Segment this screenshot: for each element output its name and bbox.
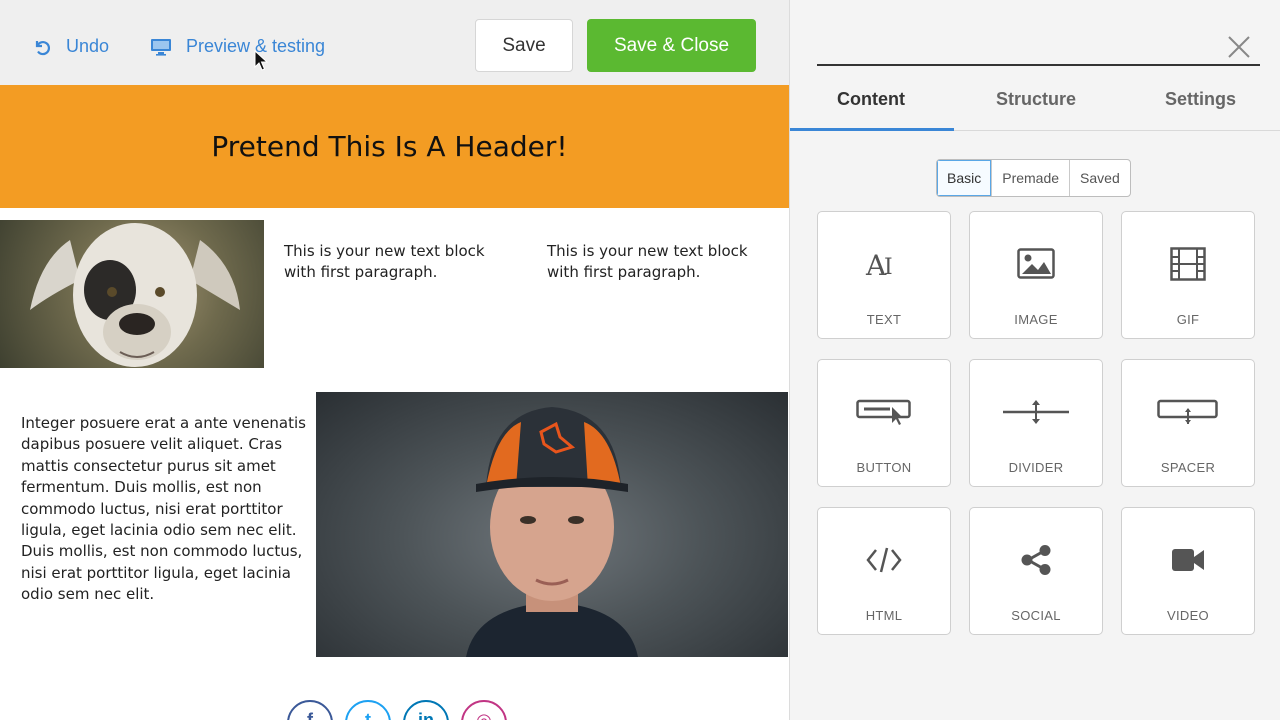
block-label-text: TEXT — [866, 312, 902, 327]
preview-testing-button[interactable]: Preview & testing — [150, 36, 325, 57]
mouse-cursor-icon — [254, 50, 268, 71]
block-label-html: HTML — [865, 608, 903, 623]
paragraph-text-block[interactable]: Integer posuere erat a ante venenatis da… — [21, 413, 311, 606]
block-label-social: SOCIAL — [1011, 608, 1061, 623]
block-tile-divider[interactable]: DIVIDER — [969, 359, 1103, 487]
save-close-button[interactable]: Save & Close — [587, 19, 756, 72]
block-tile-html[interactable]: HTML — [817, 507, 951, 635]
instagram-icon[interactable]: ◎ — [461, 700, 507, 720]
man-portrait-photo[interactable] — [316, 392, 788, 657]
panel-tabs: Content Structure Settings — [790, 85, 1280, 131]
block-tile-text[interactable]: A I TEXT — [817, 211, 951, 339]
text-block-1[interactable]: This is your new text block with first p… — [284, 241, 504, 283]
social-icons-row[interactable]: f t in ◎ — [287, 700, 507, 720]
block-tile-image[interactable]: IMAGE — [969, 211, 1103, 339]
dog-photo[interactable] — [0, 220, 264, 368]
dog-illustration — [30, 223, 240, 367]
block-label-gif: GIF — [1176, 312, 1200, 327]
tab-settings[interactable]: Settings — [1165, 89, 1236, 110]
block-tile-button[interactable]: BUTTON — [817, 359, 951, 487]
editor-toolbar: Undo Preview & testing Save Save & Close — [0, 0, 789, 85]
block-label-video: VIDEO — [1167, 608, 1209, 623]
block-label-image: IMAGE — [1014, 312, 1058, 327]
block-tile-video[interactable]: VIDEO — [1121, 507, 1255, 635]
panel-search-underline[interactable] — [817, 64, 1260, 66]
email-header-block[interactable]: Pretend This Is A Header! — [0, 85, 789, 208]
text-block-2[interactable]: This is your new text block with first p… — [547, 241, 767, 283]
email-canvas[interactable]: Pretend This Is A Header! This is your n… — [0, 85, 789, 720]
text-icon: A I — [865, 249, 893, 281]
block-label-spacer: SPACER — [1160, 460, 1216, 475]
monitor-icon — [151, 38, 171, 56]
email-editor: Undo Preview & testing Save Save & Close… — [0, 0, 1280, 720]
block-type-segmented-control: Basic Premade Saved — [936, 159, 1131, 197]
share-icon — [1021, 545, 1051, 575]
image-icon — [1017, 248, 1055, 279]
divider-icon — [1003, 400, 1069, 424]
segment-basic[interactable]: Basic — [937, 160, 992, 196]
facebook-icon[interactable]: f — [287, 700, 333, 720]
undo-label: Undo — [66, 36, 110, 56]
video-camera-icon — [1172, 549, 1204, 571]
undo-button[interactable]: Undo — [32, 36, 109, 57]
code-icon — [866, 547, 902, 573]
tab-structure[interactable]: Structure — [996, 89, 1076, 110]
linkedin-icon[interactable]: in — [403, 700, 449, 720]
segment-saved[interactable]: Saved — [1069, 160, 1130, 196]
header-title: Pretend This Is A Header! — [211, 130, 568, 163]
close-icon[interactable] — [1227, 35, 1251, 59]
twitter-icon[interactable]: t — [345, 700, 391, 720]
button-icon — [856, 399, 911, 425]
segment-premade[interactable]: Premade — [991, 160, 1069, 196]
content-panel: Content Structure Settings Basic Premade… — [789, 0, 1280, 720]
block-label-divider: DIVIDER — [1008, 460, 1064, 475]
svg-text:I: I — [884, 255, 893, 280]
tab-content[interactable]: Content — [837, 89, 905, 110]
spacer-icon — [1157, 399, 1218, 424]
undo-icon — [35, 40, 50, 55]
block-tile-spacer[interactable]: SPACER — [1121, 359, 1255, 487]
gif-film-icon — [1170, 247, 1206, 281]
block-label-button: BUTTON — [856, 460, 912, 475]
block-tile-gif[interactable]: GIF — [1121, 211, 1255, 339]
block-tile-social[interactable]: SOCIAL — [969, 507, 1103, 635]
man-illustration — [466, 407, 638, 657]
save-button[interactable]: Save — [475, 19, 573, 72]
active-tab-indicator — [790, 128, 954, 131]
